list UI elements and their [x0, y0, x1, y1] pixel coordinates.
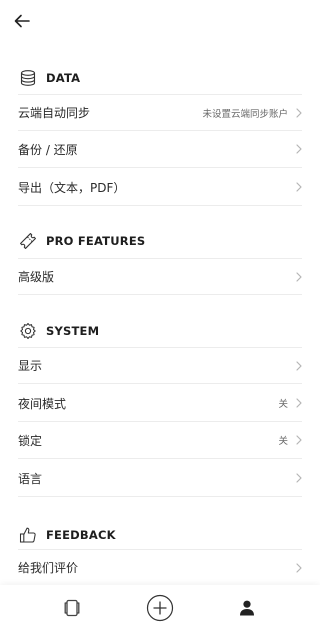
thumbs-up-icon — [18, 525, 38, 545]
chevron-right-icon — [294, 471, 304, 485]
arrow-left-icon — [14, 14, 30, 28]
nav-add-button[interactable] — [146, 594, 174, 622]
setting-label: 锁定 — [18, 433, 43, 448]
book-icon — [64, 599, 80, 617]
ticket-icon — [18, 231, 38, 251]
chevron-right-icon — [294, 270, 304, 284]
section-title-feedback: FEEDBACK — [46, 528, 116, 542]
setting-rate-us[interactable]: 给我们评价 — [18, 549, 302, 586]
setting-value: 关 — [278, 436, 288, 447]
top-bar — [0, 0, 320, 42]
section-title-system: SYSTEM — [46, 324, 100, 338]
chevron-right-icon — [294, 106, 304, 120]
setting-label: 语言 — [18, 471, 43, 486]
section-header-pro: PRO FEATURES — [18, 229, 302, 253]
section-header-system: SYSTEM — [18, 319, 302, 343]
chevron-right-icon — [294, 433, 304, 447]
setting-language[interactable]: 语言 — [18, 460, 302, 497]
section-header-feedback: FEEDBACK — [18, 523, 302, 547]
setting-label: 显示 — [18, 359, 43, 373]
setting-label: 夜间模式 — [18, 396, 67, 411]
setting-label: 给我们评价 — [18, 561, 79, 575]
section-title-pro: PRO FEATURES — [46, 234, 146, 248]
add-circle-icon — [146, 594, 174, 622]
setting-label: 导出（文本，PDF） — [18, 180, 126, 195]
setting-cloud-sync[interactable]: 云端自动同步 未设置云端同步账户 — [18, 94, 302, 131]
nav-journal-button[interactable] — [58, 594, 86, 622]
setting-label: 高级版 — [18, 270, 55, 284]
setting-label: 备份 / 还原 — [18, 142, 78, 157]
chevron-right-icon — [294, 396, 304, 410]
chevron-right-icon — [294, 180, 304, 194]
setting-label: 云端自动同步 — [18, 106, 91, 120]
gear-icon — [18, 321, 38, 341]
setting-premium[interactable]: 高级版 — [18, 258, 302, 295]
setting-export[interactable]: 导出（文本，PDF） — [18, 169, 302, 206]
setting-backup-restore[interactable]: 备份 / 还原 — [18, 131, 302, 168]
chevron-right-icon — [294, 359, 304, 373]
bottom-navigation — [0, 585, 320, 630]
setting-night-mode[interactable]: 夜间模式 关 — [18, 385, 302, 422]
section-header-data: DATA — [18, 66, 302, 90]
section-title-data: DATA — [46, 71, 81, 85]
nav-profile-button[interactable] — [233, 594, 261, 622]
setting-value: 关 — [278, 399, 288, 410]
chevron-right-icon — [294, 142, 304, 156]
database-icon — [18, 68, 38, 88]
setting-display[interactable]: 显示 — [18, 347, 302, 384]
setting-value: 未设置云端同步账户 — [202, 108, 288, 120]
person-icon — [240, 600, 254, 616]
chevron-right-icon — [294, 561, 304, 575]
setting-lock[interactable]: 锁定 关 — [18, 422, 302, 459]
settings-screen: DATA 云端自动同步 未设置云端同步账户 备份 / 还原 导出（文本，PDF）… — [0, 0, 320, 630]
back-button[interactable] — [10, 9, 34, 33]
